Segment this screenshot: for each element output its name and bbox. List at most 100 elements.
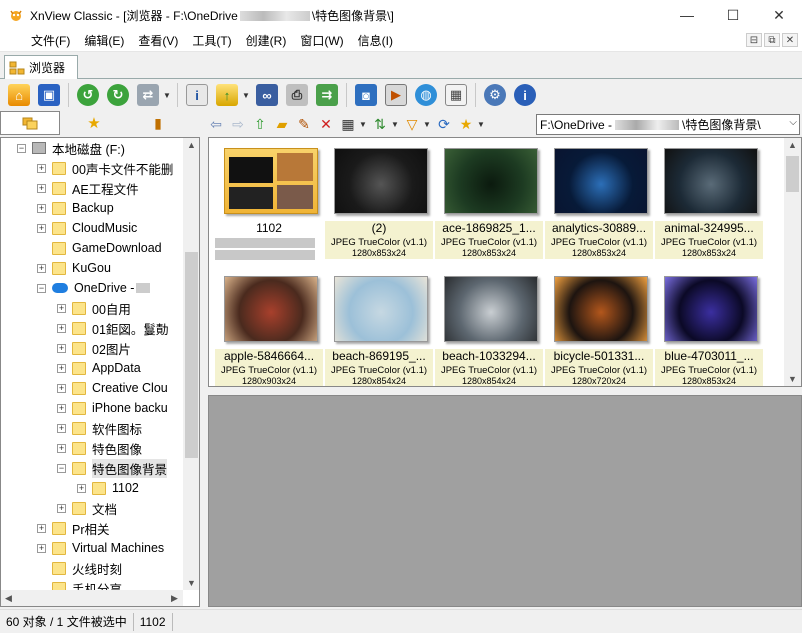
tree-horizontal-scrollbar[interactable]: ◀ ▶ (1, 590, 183, 606)
tree-item[interactable]: + CloudMusic (37, 218, 137, 238)
expand-icon[interactable]: + (57, 503, 66, 513)
thumbs-vertical-scrollbar[interactable]: ▲ ▼ (784, 138, 801, 386)
image-thumbnail[interactable]: ace-1869825_1... JPEG TrueColor (v1.1) 128… (435, 146, 543, 266)
tree-scrollbar-thumb[interactable] (185, 252, 198, 458)
expand-icon[interactable]: + (57, 383, 66, 393)
collapse-icon[interactable]: − (57, 463, 66, 473)
menu-info[interactable]: 信息(I) (351, 32, 400, 49)
filter-button[interactable]: ▽ (401, 113, 423, 135)
close-button[interactable]: ✕ (756, 0, 802, 30)
slideshow-button[interactable]: ▶ (381, 81, 411, 109)
collapse-icon[interactable]: − (17, 143, 26, 153)
delete-button[interactable]: ✕ (315, 113, 337, 135)
options-button[interactable]: ⚙ (480, 81, 510, 109)
tree-vertical-scrollbar[interactable]: ▲ ▼ (183, 138, 199, 590)
tree-item[interactable]: +00自用 (57, 298, 131, 318)
convert-button[interactable]: ⇉ (312, 81, 342, 109)
scroll-up-arrow-icon[interactable]: ▲ (788, 140, 797, 150)
tree-item[interactable]: − 本地磁盘 (F:) (17, 138, 125, 158)
tree-item[interactable]: + Virtual Machines (37, 538, 164, 558)
find-button[interactable]: ∞ (252, 81, 282, 109)
tree-item[interactable]: + 特色图像 (57, 438, 142, 458)
expand-icon[interactable]: + (37, 263, 46, 273)
scroll-down-arrow-icon[interactable]: ▼ (187, 578, 196, 588)
transform-button[interactable]: ⇄ (133, 81, 163, 109)
horizontal-splitter[interactable] (208, 387, 802, 395)
mdi-minimize-button[interactable]: ⊟ (746, 33, 762, 47)
tree-item[interactable]: + Backup (37, 198, 114, 218)
tree-item[interactable]: GameDownload (37, 238, 162, 258)
expand-icon[interactable]: + (57, 403, 66, 413)
tab-browser[interactable]: 浏览器 (4, 55, 78, 79)
tree-item[interactable]: +1102 (77, 478, 139, 498)
scroll-down-arrow-icon[interactable]: ▼ (788, 374, 797, 384)
expand-icon[interactable]: + (37, 183, 46, 193)
view-mode-dropdown-arrow[interactable]: ▼ (359, 120, 369, 129)
image-thumbnail[interactable]: beach-1033294... JPEG TrueColor (v1.1) 128… (435, 274, 543, 386)
expand-icon[interactable]: + (57, 343, 66, 353)
image-thumbnail[interactable]: blue-4703011_... JPEG TrueColor (v1.1) 128… (655, 274, 763, 386)
tree-item[interactable]: − OneDrive - (37, 278, 151, 298)
rename-button[interactable]: ✎ (293, 113, 315, 135)
tree-item[interactable]: +01鉅図。鬘勣 (57, 318, 168, 338)
tree-item[interactable]: + KuGou (37, 258, 111, 278)
mdi-close-button[interactable]: ✕ (782, 33, 798, 47)
tree-item[interactable]: + iPhone backu (57, 398, 168, 418)
expand-icon[interactable]: + (37, 163, 46, 173)
tab-categories[interactable]: ▮ (128, 111, 188, 135)
expand-icon[interactable]: + (57, 443, 66, 453)
image-thumbnail[interactable]: animal-324995... JPEG TrueColor (v1.1) 128… (655, 146, 763, 266)
about-button[interactable]: i (510, 81, 540, 109)
tree-item[interactable]: +02图片 (57, 338, 131, 358)
refresh-button[interactable]: ⟳ (433, 113, 455, 135)
image-thumbnail[interactable]: beach-869195_... JPEG TrueColor (v1.1) 128… (325, 274, 433, 386)
print-button[interactable]: ⎙ (282, 81, 312, 109)
vertical-splitter[interactable] (200, 137, 208, 607)
scroll-right-arrow-icon[interactable]: ▶ (171, 593, 178, 604)
sort-dropdown-arrow[interactable]: ▼ (391, 120, 401, 129)
tree-item[interactable]: + AE工程文件 (37, 178, 139, 198)
contact-sheet-button[interactable]: ▦ (441, 81, 471, 109)
back-button[interactable]: ⇦ (205, 113, 227, 135)
mdi-restore-button[interactable]: ⧉ (764, 33, 780, 47)
tree-item[interactable]: + 软件图标 (57, 418, 142, 438)
scroll-left-arrow-icon[interactable]: ◀ (5, 593, 12, 604)
tree-item[interactable]: + Pr相关 (37, 518, 110, 538)
folder-thumbnail[interactable]: 1102 (215, 146, 323, 266)
menu-create[interactable]: 创建(R) (239, 32, 294, 49)
tree-item[interactable]: 火线时刻 (37, 558, 122, 578)
menu-window[interactable]: 窗口(W) (293, 32, 350, 49)
tree-item[interactable]: + 文档 (57, 498, 117, 518)
image-thumbnail[interactable]: (2) JPEG TrueColor (v1.1) 1280x853x24 (325, 146, 433, 266)
image-thumbnail[interactable]: bicycle-501331... JPEG TrueColor (v1.1) 12… (545, 274, 653, 386)
menu-file[interactable]: 文件(F) (24, 32, 77, 49)
image-thumbnail[interactable]: analytics-30889... JPEG TrueColor (v1.1) 1… (545, 146, 653, 266)
up-button[interactable]: ⇧ (249, 113, 271, 135)
expand-icon[interactable]: + (57, 423, 66, 433)
collapse-icon[interactable]: − (37, 283, 46, 293)
view-mode-button[interactable]: ▦ (337, 113, 359, 135)
path-input[interactable]: F:\OneDrive - \特色图像背景\ ⌵ (536, 114, 800, 135)
expand-icon[interactable]: + (57, 323, 66, 333)
fullscreen-button[interactable]: ▣ (34, 81, 64, 109)
browse-button[interactable]: ⌂ (4, 81, 34, 109)
expand-icon[interactable]: + (37, 543, 46, 553)
open-dropdown-arrow[interactable]: ▼ (242, 91, 252, 100)
transform-dropdown-arrow[interactable]: ▼ (163, 91, 173, 100)
capture-button[interactable]: ◙ (351, 81, 381, 109)
menu-view[interactable]: 查看(V) (131, 32, 185, 49)
web-page-button[interactable]: ◍ (411, 81, 441, 109)
menu-tools[interactable]: 工具(T) (185, 32, 238, 49)
forward-button[interactable]: ⇨ (227, 113, 249, 135)
tab-favorites[interactable]: ★ (64, 111, 124, 135)
expand-icon[interactable]: + (57, 303, 66, 313)
maximize-button[interactable]: ☐ (710, 0, 756, 30)
expand-icon[interactable]: + (37, 223, 46, 233)
thumbs-scrollbar-thumb[interactable] (786, 156, 799, 192)
filter-dropdown-arrow[interactable]: ▼ (423, 120, 433, 129)
rotate-right-button[interactable]: ↻ (103, 81, 133, 109)
tree-item[interactable]: +00声卡文件不能删 (37, 158, 173, 178)
scroll-up-arrow-icon[interactable]: ▲ (187, 140, 196, 150)
minimize-button[interactable]: — (664, 0, 710, 30)
image-thumbnail[interactable]: apple-5846664... JPEG TrueColor (v1.1) 128… (215, 274, 323, 386)
